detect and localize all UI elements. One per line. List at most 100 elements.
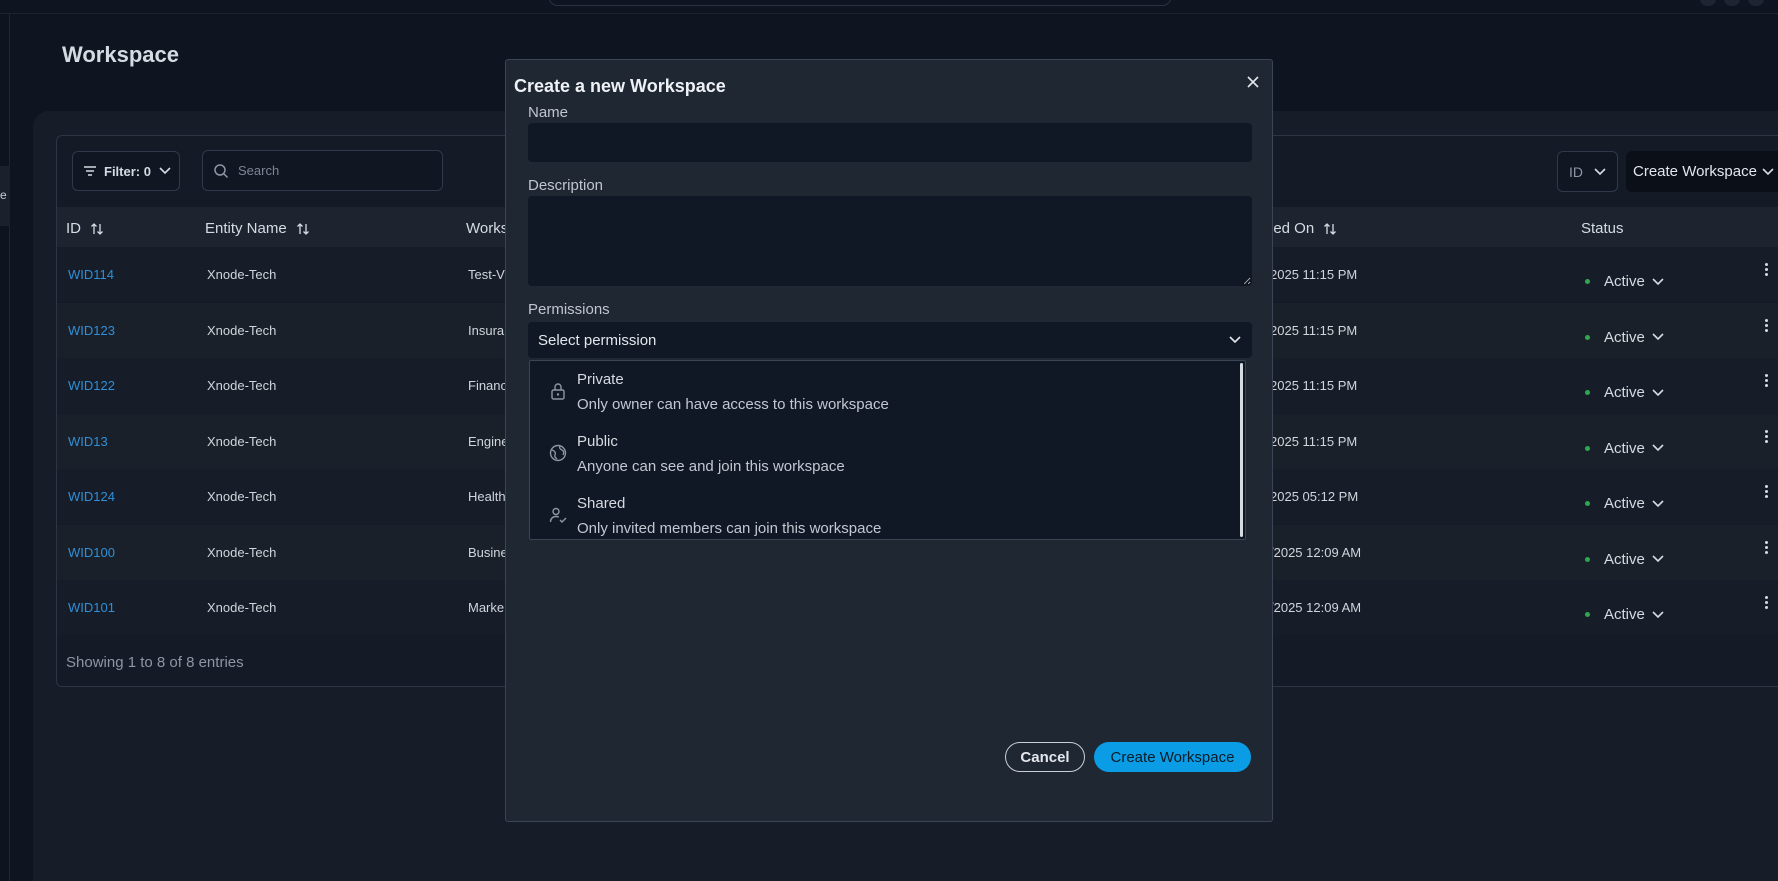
permission-option-public[interactable]: Public Anyone can see and join this work… <box>530 423 1240 485</box>
chevron-down-icon <box>1652 499 1664 507</box>
column-header-label: ied On <box>1270 220 1315 237</box>
status-label: Active <box>1604 606 1645 623</box>
more-options-icon[interactable] <box>1765 263 1769 278</box>
sidebar-item-active[interactable]: e <box>0 166 10 226</box>
workspace-id-link[interactable]: WID122 <box>68 378 115 393</box>
more-options-icon[interactable] <box>1765 429 1769 445</box>
column-header-id[interactable]: ID <box>66 220 105 237</box>
status-dot-icon <box>1585 279 1590 284</box>
column-header-label: Works <box>466 220 509 237</box>
modified-date: 2025 05:12 PM <box>1270 489 1359 504</box>
column-header-label: ID <box>66 220 81 237</box>
create-workspace-submit-button[interactable]: Create Workspace <box>1094 742 1251 772</box>
status-label: Active <box>1604 550 1645 568</box>
column-header-status[interactable]: Status <box>1581 220 1624 237</box>
option-description: Only invited members can join this works… <box>577 520 882 537</box>
column-header-workspace[interactable]: Works <box>466 220 508 237</box>
close-icon <box>1247 76 1259 88</box>
chevron-down-icon <box>1652 444 1664 452</box>
workspace-id-link[interactable]: WID124 <box>68 489 115 504</box>
status-dot-icon <box>1585 612 1590 617</box>
entity-name: Xnode-Tech <box>207 322 277 338</box>
status-dropdown[interactable]: Active <box>1585 384 1665 401</box>
chevron-down-icon <box>1652 277 1664 285</box>
sort-icon[interactable] <box>295 221 311 237</box>
column-header-entity[interactable]: Entity Name <box>205 220 311 237</box>
status-label: Active <box>1604 495 1645 512</box>
option-title: Private <box>577 371 624 388</box>
top-action-icon[interactable] <box>1724 0 1740 6</box>
option-title: Public <box>577 433 618 450</box>
description-label: Description <box>528 177 604 194</box>
name-field[interactable] <box>528 123 1252 162</box>
more-options-icon[interactable] <box>1765 318 1769 334</box>
status-dropdown[interactable]: Active <box>1585 273 1665 290</box>
column-header-label: Status <box>1581 220 1624 237</box>
chevron-down-icon <box>1652 610 1664 618</box>
status-dropdown[interactable]: Active <box>1585 440 1665 457</box>
status-dropdown[interactable]: Active <box>1585 551 1665 568</box>
workspace-name: Test-V <box>468 267 505 282</box>
workspace-name: Busine <box>468 544 508 560</box>
top-action-icon[interactable] <box>1748 0 1764 6</box>
sort-icon[interactable] <box>89 221 105 237</box>
entity-name: Xnode-Tech <box>207 600 277 615</box>
filter-label: Filter: 0 <box>104 163 151 179</box>
more-options-icon[interactable] <box>1765 374 1769 389</box>
id-select[interactable]: ID <box>1557 151 1618 192</box>
modified-date: 2025 11:15 PM <box>1270 322 1358 338</box>
status-dropdown[interactable]: Active <box>1585 495 1665 512</box>
entity-name: Xnode-Tech <box>207 433 277 449</box>
modified-date: 2025 11:15 PM <box>1270 267 1358 282</box>
filter-button[interactable]: Filter: 0 <box>72 151 180 191</box>
more-options-icon[interactable] <box>1765 540 1769 556</box>
entity-name: Xnode-Tech <box>207 489 277 504</box>
more-options-icon[interactable] <box>1765 485 1769 500</box>
status-label: Active <box>1604 273 1645 290</box>
option-description: Anyone can see and join this workspace <box>577 458 845 475</box>
status-label: Active <box>1604 384 1645 401</box>
create-workspace-label: Create Workspace <box>1633 163 1757 180</box>
permissions-select[interactable]: Select permission <box>528 322 1252 358</box>
entity-name: Xnode-Tech <box>207 544 277 560</box>
sidebar-item-label: e <box>0 188 7 202</box>
create-workspace-button[interactable]: Create Workspace <box>1626 151 1778 192</box>
more-options-icon[interactable] <box>1765 596 1769 611</box>
modified-date: /2025 12:09 AM <box>1270 600 1362 615</box>
permission-option-private[interactable]: Private Only owner can have access to th… <box>530 361 1240 423</box>
status-label: Active <box>1604 439 1645 457</box>
chevron-down-icon <box>1594 167 1606 175</box>
workspace-name: Engine <box>468 433 509 449</box>
status-dot-icon <box>1585 556 1590 562</box>
top-bar <box>0 0 1778 14</box>
entity-name: Xnode-Tech <box>207 378 277 393</box>
workspace-id-link[interactable]: WID101 <box>68 600 115 615</box>
workspace-name: Financ <box>468 378 508 393</box>
globe-icon <box>549 444 567 462</box>
global-search-bar[interactable] <box>548 0 1172 6</box>
search-field[interactable] <box>202 150 443 191</box>
close-button[interactable] <box>1242 71 1264 93</box>
workspace-id-link[interactable]: WID123 <box>68 323 115 338</box>
workspace-id-link[interactable]: WID100 <box>68 545 115 560</box>
permission-option-shared[interactable]: Shared Only invited members can join thi… <box>530 485 1240 539</box>
dropdown-scrollbar[interactable] <box>1240 363 1243 537</box>
search-input[interactable] <box>238 163 418 178</box>
modified-date: 2025 11:15 PM <box>1270 378 1358 393</box>
sidebar: e <box>0 14 10 881</box>
description-field[interactable] <box>528 196 1252 286</box>
status-dropdown[interactable]: Active <box>1585 606 1665 623</box>
entity-name: Xnode-Tech <box>207 267 277 282</box>
search-icon <box>214 163 229 178</box>
workspace-id-link[interactable]: WID114 <box>68 267 114 282</box>
status-dot-icon <box>1585 390 1590 395</box>
chevron-down-icon <box>159 167 171 175</box>
column-header-modified[interactable]: ied On <box>1270 220 1338 237</box>
top-action-icon[interactable] <box>1700 0 1716 6</box>
cancel-button[interactable]: Cancel <box>1005 742 1085 772</box>
column-header-label: Entity Name <box>205 220 287 237</box>
status-dropdown[interactable]: Active <box>1585 329 1665 346</box>
workspace-id-link[interactable]: WID13 <box>68 434 108 449</box>
sort-icon[interactable] <box>1322 221 1338 237</box>
permissions-placeholder: Select permission <box>538 331 657 349</box>
